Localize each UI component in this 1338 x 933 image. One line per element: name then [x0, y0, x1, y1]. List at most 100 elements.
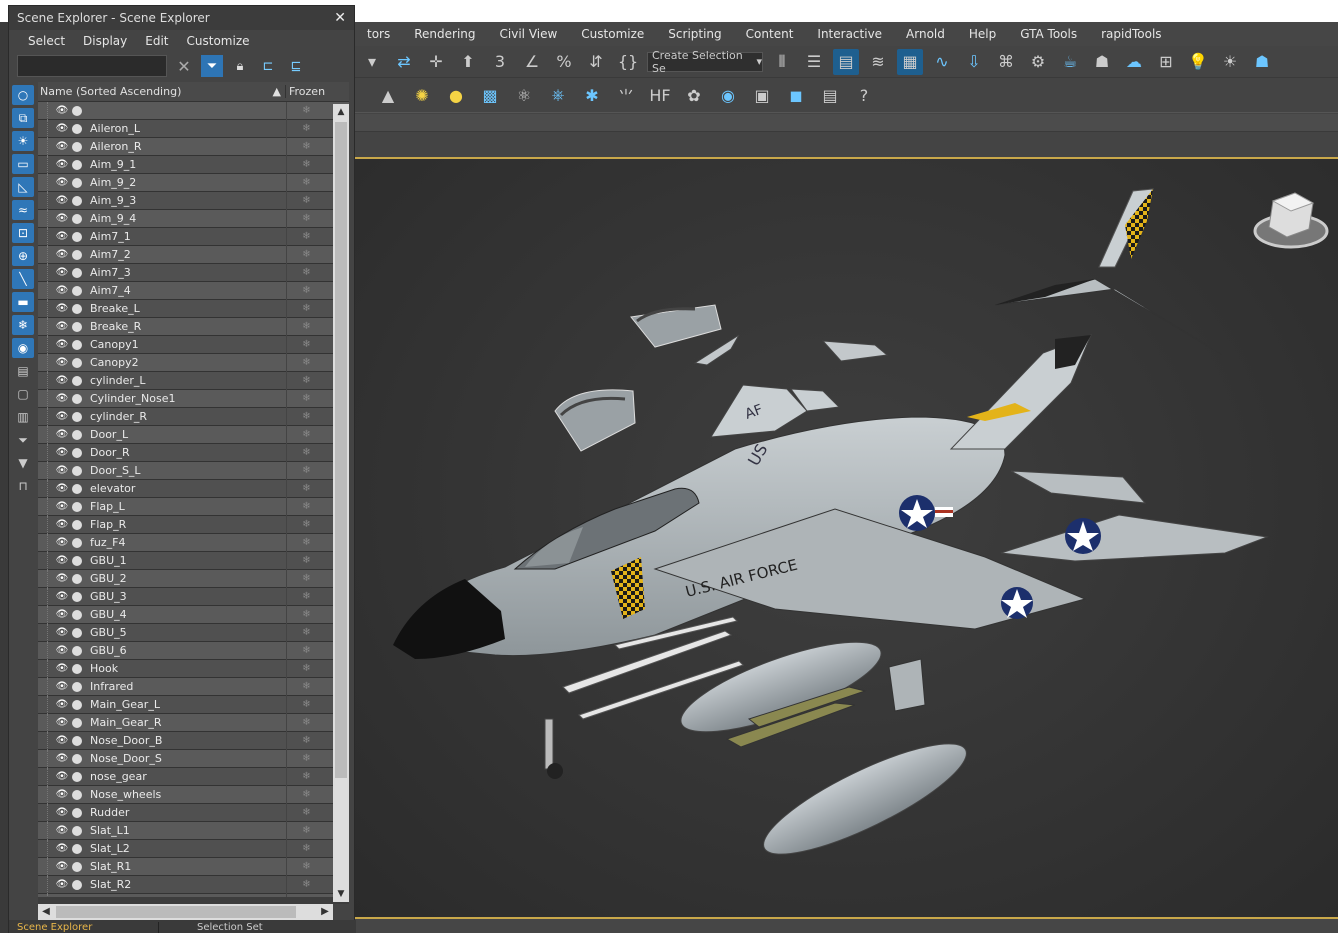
render-toggle-icon[interactable]	[72, 753, 82, 764]
render-toggle-icon[interactable]	[72, 825, 82, 836]
render-toggle-icon[interactable]	[72, 627, 82, 638]
menu-item-3[interactable]: Customize	[569, 27, 656, 41]
view-cube[interactable]	[1253, 192, 1329, 249]
menu-item-6[interactable]: Interactive	[805, 27, 894, 41]
render-grid-icon[interactable]: ⊞	[1153, 49, 1179, 75]
list-item[interactable]: 👁︎ Breake_R ❄	[38, 317, 349, 336]
visibility-eye-icon[interactable]: 👁︎	[54, 735, 70, 746]
list-item[interactable]: 👁︎ elevator ❄	[38, 479, 349, 498]
render-toggle-icon[interactable]	[72, 879, 82, 890]
frozen-snowflake-icon[interactable]: ❄	[286, 569, 326, 588]
frozen-snowflake-icon[interactable]: ❄	[286, 857, 326, 876]
material-editor-icon[interactable]: ⚙	[1025, 49, 1051, 75]
scroll-down-icon[interactable]: ▼	[333, 886, 349, 902]
visibility-eye-icon[interactable]: 👁︎	[54, 195, 70, 206]
select-object-icon[interactable]: ⬆	[455, 49, 481, 75]
frozen-snowflake-icon[interactable]: ❄	[286, 443, 326, 462]
render-toggle-icon[interactable]	[72, 447, 82, 458]
visibility-eye-icon[interactable]: 👁︎	[54, 375, 70, 386]
render-toggle-icon[interactable]	[72, 573, 82, 584]
bind-icon[interactable]: ⇄	[391, 49, 417, 75]
frozen-snowflake-icon[interactable]: ❄	[286, 821, 326, 840]
render-toggle-icon[interactable]	[72, 789, 82, 800]
render-toggle-icon[interactable]	[72, 555, 82, 566]
list-item[interactable]: 👁︎ Aim7_3 ❄	[38, 263, 349, 282]
list-item[interactable]: 👁︎ Door_S_L ❄	[38, 461, 349, 480]
visibility-eye-icon[interactable]: 👁︎	[54, 411, 70, 422]
frozen-snowflake-icon[interactable]: ❄	[286, 533, 326, 552]
filter-icon[interactable]: ⏷	[201, 55, 223, 77]
menu-item-5[interactable]: Content	[734, 27, 806, 41]
list-item[interactable]: 👁︎ GBU_6 ❄	[38, 641, 349, 660]
render-toggle-icon[interactable]	[72, 843, 82, 854]
render-toggle-icon[interactable]	[72, 861, 82, 872]
xrefs-filter-icon[interactable]: ⊕	[12, 246, 34, 266]
snap-3d-icon[interactable]: 3	[487, 49, 513, 75]
visibility-eye-icon[interactable]: 👁︎	[54, 249, 70, 260]
space-warps-filter-icon[interactable]: ≈	[12, 200, 34, 220]
visibility-eye-icon[interactable]: 👁︎	[54, 519, 70, 530]
list-item[interactable]: 👁︎ Aim7_1 ❄	[38, 227, 349, 246]
hf-icon[interactable]: HF	[647, 82, 673, 108]
render-toggle-icon[interactable]	[72, 105, 82, 116]
explorer-dropdown[interactable]: Scene Explorer	[9, 921, 159, 933]
molecule-icon[interactable]: ⚛	[511, 82, 537, 108]
visibility-eye-icon[interactable]: 👁︎	[54, 231, 70, 242]
list-item[interactable]: 👁︎ Cylinder_Nose1 ❄	[38, 389, 349, 408]
list-item[interactable]: 👁︎ GBU_1 ❄	[38, 551, 349, 570]
se-menu-item-0[interactable]: Select	[19, 34, 74, 48]
search-input[interactable]	[17, 55, 167, 77]
list-item[interactable]: 👁︎ Nose_wheels ❄	[38, 785, 349, 804]
visibility-eye-icon[interactable]: 👁︎	[54, 321, 70, 332]
list-item[interactable]: 👁︎ Slat_R2 ❄	[38, 875, 349, 894]
frozen-snowflake-icon[interactable]: ❄	[286, 263, 326, 282]
render-toggle-icon[interactable]	[72, 717, 82, 728]
frozen-snowflake-icon[interactable]: ❄	[286, 299, 326, 318]
ipr-icon[interactable]: ◼	[783, 82, 809, 108]
list-item[interactable]: 👁︎ Rudder ❄	[38, 803, 349, 822]
visibility-eye-icon[interactable]: 👁︎	[54, 357, 70, 368]
arnold-render-icon[interactable]: ☗	[1249, 49, 1275, 75]
frozen-snowflake-icon[interactable]: ❄	[286, 389, 326, 408]
visibility-eye-icon[interactable]: 👁︎	[54, 285, 70, 296]
frozen-snowflake-icon[interactable]: ❄	[286, 119, 326, 138]
visibility-eye-icon[interactable]: 👁︎	[54, 159, 70, 170]
cone-light-icon[interactable]: ▲	[375, 82, 401, 108]
list-item[interactable]: 👁︎ Aileron_R ❄	[38, 137, 349, 156]
list-item[interactable]: 👁︎ Infrared ❄	[38, 677, 349, 696]
list-item[interactable]: 👁︎ Canopy2 ❄	[38, 353, 349, 372]
frozen-snowflake-icon[interactable]: ❄	[286, 317, 326, 336]
schematic-view-icon[interactable]: ⌘	[993, 49, 1019, 75]
list-item[interactable]: 👁︎ GBU_2 ❄	[38, 569, 349, 588]
help-icon[interactable]: ?	[851, 82, 877, 108]
visibility-eye-icon[interactable]: 👁︎	[54, 393, 70, 404]
scene-explorer-title-bar[interactable]: Scene Explorer - Scene Explorer ✕	[9, 6, 354, 30]
frozen-snowflake-icon[interactable]: ❄	[286, 335, 326, 354]
list-item[interactable]: 👁︎ Hook ❄	[38, 659, 349, 678]
dope-sheet-icon[interactable]: ⇩	[961, 49, 987, 75]
menu-item-7[interactable]: Arnold	[894, 27, 957, 41]
frozen-snowflake-icon[interactable]: ❄	[286, 623, 326, 642]
sphere-icon[interactable]: ◉	[715, 82, 741, 108]
visibility-eye-icon[interactable]: 👁︎	[54, 267, 70, 278]
visibility-eye-icon[interactable]: 👁︎	[54, 555, 70, 566]
se-menu-item-3[interactable]: Customize	[178, 34, 259, 48]
render-production-icon[interactable]: ☁	[1121, 49, 1147, 75]
visibility-eye-icon[interactable]: 👁︎	[54, 663, 70, 674]
angle-snap-icon[interactable]: ∠	[519, 49, 545, 75]
list-item[interactable]: 👁︎ Aim_9_1 ❄	[38, 155, 349, 174]
invert-filter-icon[interactable]: ▥	[12, 407, 34, 427]
render-toggle-icon[interactable]	[72, 267, 82, 278]
visibility-eye-icon[interactable]: 👁︎	[54, 303, 70, 314]
render-toggle-icon[interactable]	[72, 177, 82, 188]
rendered-frame-icon[interactable]: ☗	[1089, 49, 1115, 75]
frozen-snowflake-icon[interactable]: ❄	[286, 425, 326, 444]
frozen-snowflake-icon[interactable]: ❄	[286, 641, 326, 660]
render-toggle-icon[interactable]	[72, 213, 82, 224]
frozen-snowflake-icon[interactable]: ❄	[286, 461, 326, 480]
scroll-right-icon[interactable]: ▶	[317, 904, 333, 920]
hierarchy-icon[interactable]: ⊏	[257, 55, 279, 77]
hscroll-thumb[interactable]	[56, 906, 296, 918]
list-item[interactable]: 👁︎ Aim_9_3 ❄	[38, 191, 349, 210]
visibility-eye-icon[interactable]: 👁︎	[54, 609, 70, 620]
